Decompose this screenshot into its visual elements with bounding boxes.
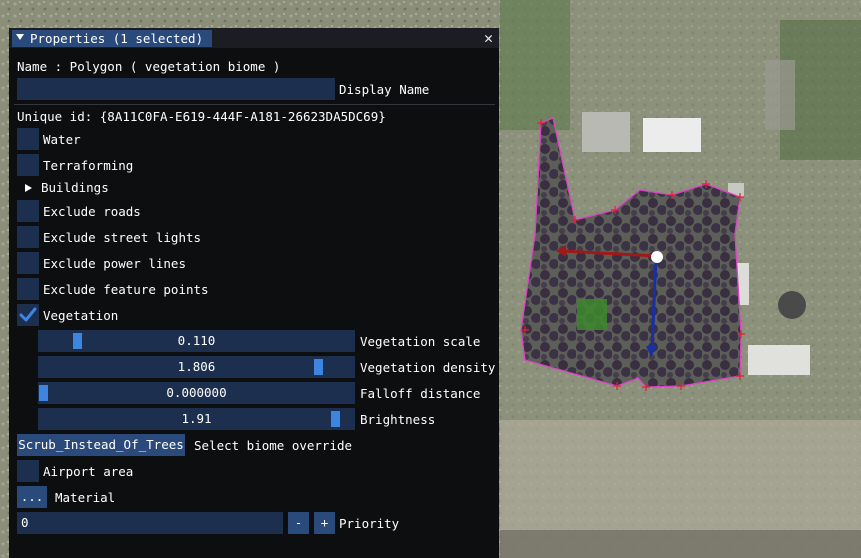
exclude-power-lines-checkbox[interactable] [17,252,39,274]
triangle-down-icon[interactable] [16,34,24,40]
display-name-label: Display Name [339,82,430,97]
panel-title: Properties (1 selected) [30,31,204,46]
brightness-value: 1.91 [181,411,212,426]
water-checkbox[interactable] [17,128,39,150]
material-label: Material [55,490,116,505]
vegetation-scale-value: 0.110 [177,333,216,348]
close-icon[interactable]: ✕ [484,28,493,48]
vegetation-density-value: 1.806 [177,359,216,374]
exclude-power-lines-label: Exclude power lines [43,256,186,271]
falloff-distance-label: Falloff distance [360,386,481,401]
water-label: Water [43,132,81,147]
exclude-roads-checkbox[interactable] [17,200,39,222]
vegetation-checkbox[interactable] [17,304,39,326]
vegetation-scale-label: Vegetation scale [360,334,481,349]
vegetation-scale-slider[interactable]: 0.110 [38,330,355,352]
exclude-feature-points-label: Exclude feature points [43,282,209,297]
biome-override-button[interactable]: Scrub_Instead_Of_Trees [17,434,185,456]
priority-label: Priority [339,516,400,531]
separator [14,104,495,105]
exclude-roads-label: Exclude roads [43,204,141,219]
exclude-street-lights-checkbox[interactable] [17,226,39,248]
check-icon [19,307,37,322]
triangle-right-icon[interactable] [25,184,32,192]
falloff-distance-value: 0.000000 [166,385,227,400]
unique-id: Unique id: {8A11C0FA-E619-444F-A181-2662… [17,109,386,124]
properties-panel: Properties (1 selected) ✕ Name : Polygon… [9,28,499,558]
brightness-label: Brightness [360,412,436,427]
exclude-street-lights-label: Exclude street lights [43,230,202,245]
terraforming-checkbox[interactable] [17,154,39,176]
properties-tab[interactable]: Properties (1 selected) [12,30,212,47]
biome-override-label: Select biome override [194,438,353,453]
airport-area-label: Airport area [43,464,134,479]
vegetation-density-label: Vegetation density [360,360,496,375]
vegetation-density-slider[interactable]: 1.806 [38,356,355,378]
terraforming-label: Terraforming [43,158,134,173]
panel-titlebar[interactable]: Properties (1 selected) ✕ [9,28,499,48]
priority-value: 0 [21,515,29,530]
buildings-tree-node[interactable]: Buildings [17,179,217,197]
material-browse-button[interactable]: ... [17,486,47,508]
buildings-label: Buildings [41,180,109,195]
vegetation-label: Vegetation [43,308,119,323]
exclude-feature-points-checkbox[interactable] [17,278,39,300]
airport-area-checkbox[interactable] [17,460,39,482]
display-name-input[interactable] [17,78,335,100]
priority-decrement-button[interactable]: - [288,512,309,534]
priority-increment-button[interactable]: + [314,512,335,534]
name-line: Name : Polygon ( vegetation biome ) [17,59,281,74]
priority-input[interactable]: 0 [17,512,283,534]
falloff-distance-slider[interactable]: 0.000000 [38,382,355,404]
brightness-slider[interactable]: 1.91 [38,408,355,430]
